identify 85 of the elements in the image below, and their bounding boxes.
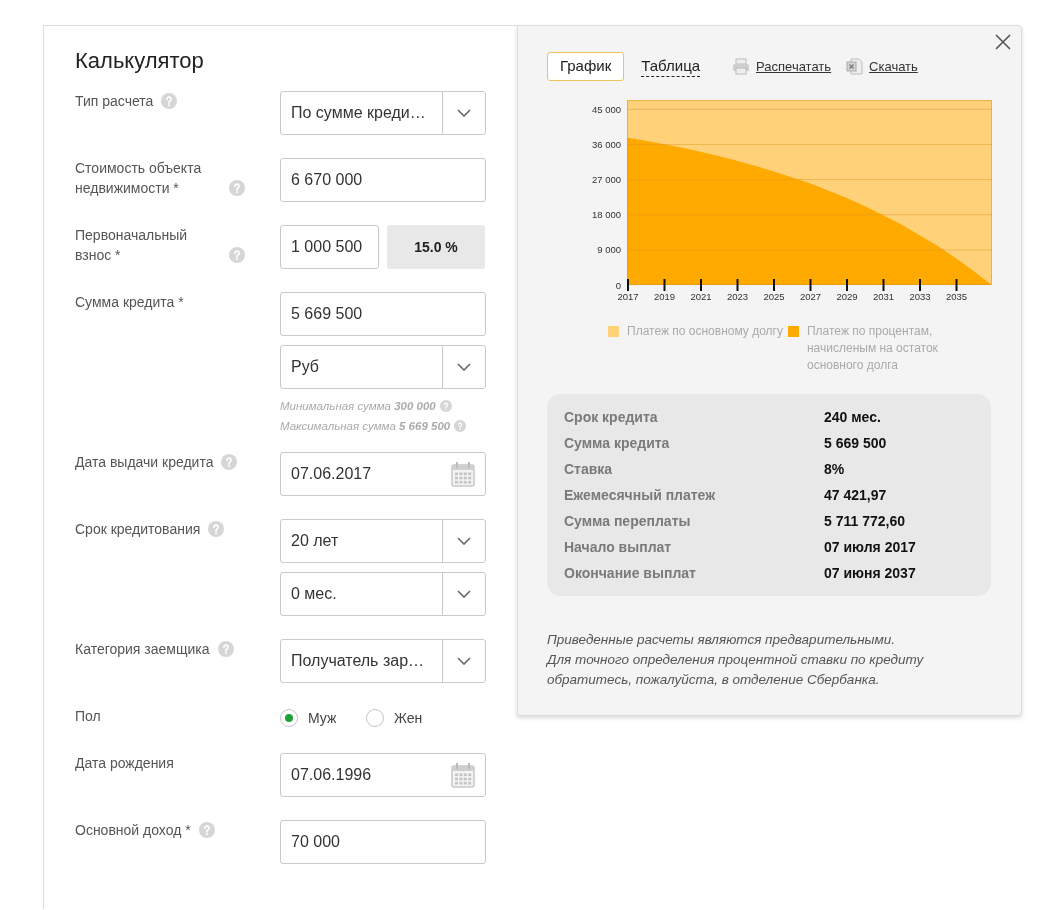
x-tick-label: 2027 — [799, 291, 822, 302]
y-tick-label: 45 000 — [591, 103, 621, 115]
tab[interactable]: Таблица — [641, 56, 701, 77]
field-label: Срок кредитования — [75, 520, 201, 539]
field-label: Дата выдачи кредита — [75, 453, 214, 472]
x-tick-label: 2021 — [690, 291, 712, 302]
x-tick-label: 2017 — [617, 291, 639, 302]
y-tick-label: 18 000 — [591, 209, 621, 221]
help-icon[interactable] — [217, 641, 234, 657]
hint-text: Минимальная сумма 300 000 — [280, 399, 436, 414]
legend-label: Платеж по основному долгу — [627, 323, 783, 340]
tab[interactable]: График — [547, 52, 625, 81]
help-icon[interactable] — [439, 400, 452, 412]
calendar-icon[interactable] — [451, 461, 475, 487]
dropdown[interactable]: По сумме креди… — [280, 91, 486, 135]
summary-label: Ежемесячный платеж — [564, 486, 717, 505]
calendar-icon[interactable] — [451, 762, 475, 788]
x-tick-label: 2019 — [653, 291, 676, 302]
panel-title: Калькулятор — [75, 47, 205, 75]
summary-value: 5 711 772,60 — [824, 512, 906, 531]
share-display: 15.0 % — [387, 225, 485, 269]
summary-label: Сумма кредита — [564, 434, 671, 453]
chevron-icon — [457, 363, 471, 371]
field-label: Сумма кредита * — [75, 293, 184, 312]
input-field[interactable]: 1 000 500 — [280, 225, 379, 269]
y-tick-label: 36 000 — [591, 139, 621, 150]
field-label: Стоимость объекта недвижимости * — [75, 159, 203, 198]
field-label: Пол — [75, 707, 101, 726]
radio-button[interactable] — [366, 709, 384, 727]
date-field[interactable]: 07.06.2017 — [280, 452, 486, 496]
x-tick-label: 2035 — [945, 291, 968, 302]
date-field[interactable]: 07.06.1996 — [280, 753, 486, 797]
field-label: Дата рождения — [75, 754, 174, 773]
radio-button[interactable] — [280, 709, 298, 727]
input-field[interactable]: 5 669 500 — [280, 292, 486, 336]
help-icon[interactable] — [229, 247, 245, 263]
chevron-icon — [457, 109, 471, 117]
help-icon[interactable] — [221, 454, 238, 470]
summary-label: Окончание выплат — [564, 564, 697, 583]
chevron-icon — [457, 590, 471, 598]
x-tick-label: 2033 — [909, 291, 931, 302]
field-label: Первоначальный взнос * — [75, 226, 189, 265]
input-field[interactable]: 6 670 000 — [280, 158, 486, 202]
x-tick-label: 2031 — [872, 291, 895, 302]
x-tick-label: 2029 — [836, 291, 858, 302]
dropdown[interactable]: 0 мес. — [280, 572, 486, 616]
dropdown[interactable]: Получатель зар… — [280, 639, 486, 683]
spreadsheet-icon[interactable] — [846, 58, 864, 75]
chevron-icon — [457, 657, 471, 665]
summary-label: Сумма переплаты — [564, 512, 692, 531]
legend-label: Платеж по процентам, начисленым на остаток основного долга — [806, 323, 939, 374]
action-link[interactable]: Распечатать — [756, 56, 832, 77]
dropdown[interactable]: Руб — [280, 345, 486, 389]
summary-value: 47 421,97 — [824, 486, 888, 505]
radio-label: Муж — [308, 708, 337, 728]
field-label: Категория заемщика — [75, 640, 210, 659]
radio-label: Жен — [394, 708, 423, 728]
help-icon[interactable] — [198, 822, 215, 838]
summary-label: Ставка — [564, 460, 614, 479]
summary-value: 5 669 500 — [824, 434, 888, 453]
summary-label: Срок кредита — [564, 408, 659, 427]
field-label: Основной доход * — [75, 821, 191, 840]
summary-label: Начало выплат — [564, 538, 673, 557]
input-field[interactable]: 70 000 — [280, 820, 486, 864]
y-tick-label: 0 — [615, 279, 621, 291]
chevron-icon — [457, 537, 471, 545]
y-tick-label: 9 000 — [597, 244, 621, 256]
dropdown[interactable]: 20 лет — [280, 519, 486, 563]
summary-value: 07 июля 2017 — [824, 538, 917, 557]
y-tick-label: 27 000 — [591, 174, 621, 186]
hint-text: Максимальная сумма 5 669 500 — [280, 419, 451, 434]
x-tick-label: 2025 — [763, 291, 785, 302]
help-icon[interactable] — [161, 93, 178, 109]
disclaimer-text: Приведенные расчеты являются предварительными. Для точного определения процентной ставки по кредиту обратитесь, пожалуйста, в отделение Сбербанка. — [547, 631, 925, 689]
summary-value: 240 мес. — [824, 408, 882, 427]
help-icon[interactable] — [229, 180, 245, 196]
close-icon[interactable] — [995, 34, 1011, 50]
summary-value: 07 июня 2037 — [824, 564, 917, 583]
printer-icon[interactable] — [732, 58, 751, 75]
help-icon[interactable] — [208, 521, 225, 537]
action-link[interactable]: Скачать — [869, 56, 918, 77]
summary-value: 8% — [824, 460, 846, 479]
help-icon[interactable] — [454, 420, 467, 432]
field-label: Тип расчета — [75, 92, 154, 111]
x-tick-label: 2023 — [726, 291, 749, 302]
